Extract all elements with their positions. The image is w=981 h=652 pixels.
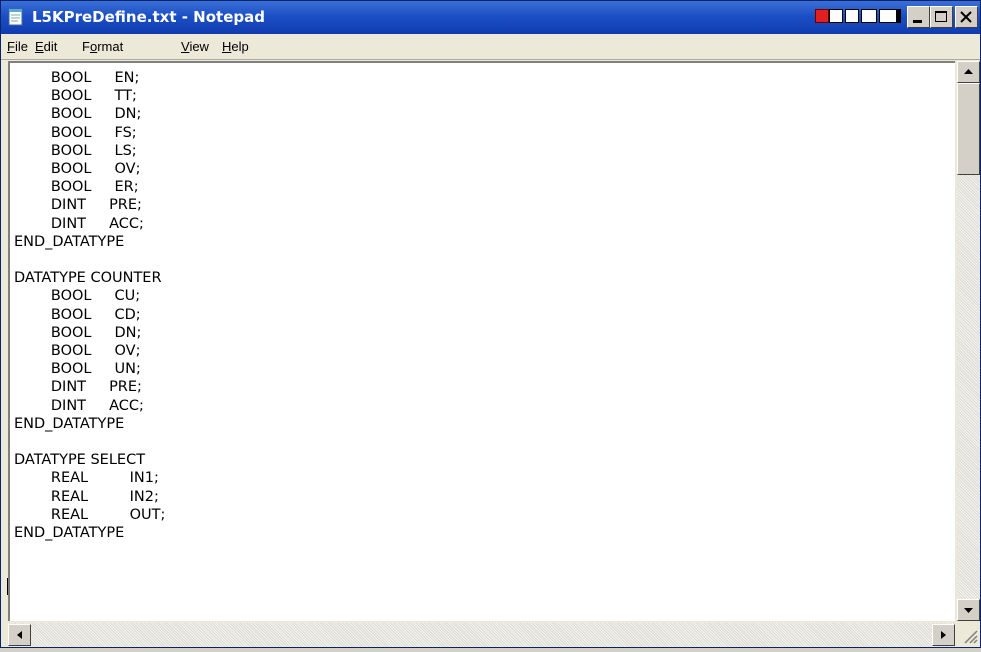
menu-help-label: elp [231,39,249,54]
menu-file[interactable]: File [7,39,28,54]
tray-pin-icon[interactable] [829,9,843,23]
horizontal-scrollbar[interactable] [8,623,955,647]
menu-bar: File Edit Format View Help [1,34,980,60]
maximize-icon [935,11,947,22]
scroll-right-button[interactable] [932,624,955,646]
maximize-button[interactable] [930,6,953,28]
arrow-up-icon [964,69,973,74]
title-bar[interactable]: L5KPreDefine.txt - Notepad [1,1,980,34]
scroll-down-button[interactable] [957,599,980,621]
tray-arrow-icon[interactable] [861,9,877,23]
menu-help[interactable]: Help [222,39,249,54]
tray-window-icon[interactable] [879,9,897,23]
tray-up-icon[interactable] [845,9,859,23]
close-button[interactable] [955,6,978,28]
menu-edit[interactable]: Edit [35,39,57,54]
minimize-button[interactable] [907,6,930,28]
vertical-scroll-thumb[interactable] [957,83,980,175]
menu-view[interactable]: View [181,39,209,54]
arrow-left-icon [17,631,22,639]
vertical-scrollbar[interactable] [957,61,980,621]
text-caret [7,578,8,595]
close-icon [960,11,972,23]
title-tray-buttons [815,9,901,25]
menu-format-label: rmat [97,39,124,54]
menu-file-mnemonic: F [7,39,15,54]
scroll-up-button[interactable] [957,61,980,83]
menu-view-label: iew [189,39,209,54]
menu-edit-label: dit [43,39,58,54]
tray-red-icon[interactable] [815,9,829,23]
arrow-right-icon [941,631,946,639]
editor-content[interactable]: BOOL EN; BOOL TT; BOOL DN; BOOL FS; BOOL… [10,63,955,542]
scroll-left-button[interactable] [8,624,31,646]
size-grip-icon [964,630,978,644]
text-editor[interactable]: BOOL EN; BOOL TT; BOOL DN; BOOL FS; BOOL… [8,61,955,621]
size-grip[interactable] [957,623,980,647]
menu-file-label: ile [14,39,28,54]
arrow-down-icon [964,608,973,613]
menu-help-mnemonic: H [222,39,232,54]
tray-bar-icon[interactable] [897,9,901,23]
minimize-icon [913,20,922,23]
window-title: L5KPreDefine.txt - Notepad [32,8,265,26]
menu-format-prefix: F [82,39,90,54]
menu-format[interactable]: Format [82,39,123,54]
notepad-window: L5KPreDefine.txt - Notepad File Edit For… [0,0,981,648]
menu-edit-mnemonic: E [35,39,44,54]
notepad-icon[interactable] [7,8,25,26]
